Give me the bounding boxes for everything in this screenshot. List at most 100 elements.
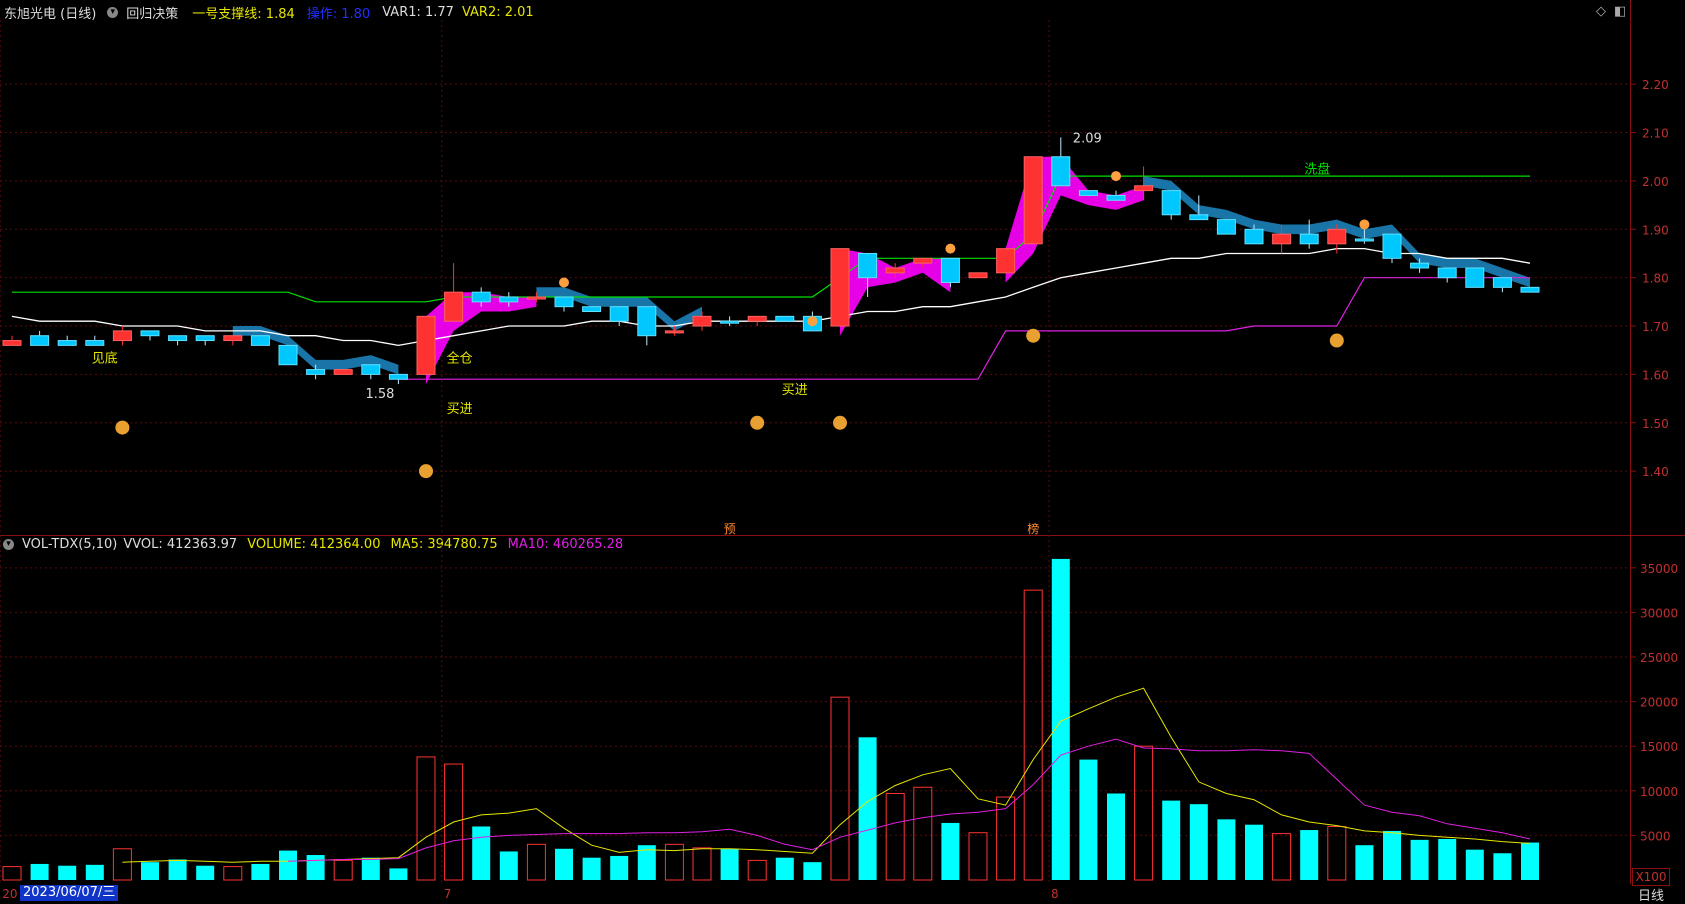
volume-axis-label: 35000 — [1640, 562, 1678, 576]
cursor-date: 2023/06/07/三 — [20, 885, 119, 901]
month-mark: 8 — [1051, 887, 1059, 901]
candle-body — [1216, 219, 1236, 235]
candle-body — [1023, 156, 1043, 245]
volume-axis-label: 15000 — [1640, 740, 1678, 754]
volume-axis-label: 30000 — [1640, 606, 1678, 620]
wash-label: 洗盘 — [1304, 162, 1330, 178]
candle-body — [858, 252, 878, 279]
candle-body — [913, 257, 933, 264]
volume-bar — [361, 857, 380, 880]
money-bag-icon — [1026, 328, 1041, 343]
runner-signal-icon — [1359, 219, 1370, 230]
volume-bar — [1410, 839, 1429, 880]
candle-body — [968, 272, 988, 279]
volume-bar — [389, 868, 408, 880]
volume-bar — [2, 866, 22, 881]
stock-chart[interactable]: 2.20 2.10 2.00 1.90 1.80 1.70 1.60 1.50 1.40 3500… — [0, 0, 1685, 902]
candle-body — [582, 306, 602, 313]
buy-in-label: 买进 — [782, 383, 808, 398]
volume-bar — [1079, 759, 1098, 880]
volume-bar — [1245, 824, 1263, 880]
volume-bar — [555, 848, 573, 880]
volume-bar — [941, 822, 960, 880]
volume-bar — [803, 862, 822, 880]
candle-body — [1492, 277, 1512, 288]
money-bag-icon — [750, 415, 765, 430]
volume-bar — [1134, 745, 1154, 881]
volume-scale-label[interactable]: X100 — [1632, 868, 1670, 886]
volume-bar — [306, 855, 325, 880]
candle-body — [1354, 238, 1374, 242]
volume-bar — [720, 848, 739, 880]
volume-bar — [1272, 833, 1292, 881]
candle-body — [1161, 190, 1181, 216]
volume-bar — [747, 859, 767, 881]
volume-ma5-line — [122, 687, 1531, 863]
month-mark: 7 — [444, 887, 452, 901]
candle-body — [1437, 267, 1457, 279]
candle-body — [940, 257, 960, 283]
volume-bar — [1162, 800, 1181, 880]
volume-bar — [279, 850, 297, 880]
volume-bar — [1107, 793, 1125, 880]
price-axis-label: 1.80 — [1642, 272, 1669, 286]
volume-bar — [499, 851, 518, 880]
candle-body — [1327, 228, 1347, 245]
volume-bar — [526, 843, 546, 881]
money-bag-icon — [833, 415, 847, 430]
low-price-label: 1.58 — [365, 387, 394, 402]
volume-bar — [885, 792, 905, 881]
rally-fill-zone — [840, 248, 951, 336]
volume-axis-label: 25000 — [1640, 651, 1678, 665]
high-price-label: 2.09 — [1073, 131, 1102, 146]
volume-bar — [692, 847, 712, 881]
volume-bar — [85, 864, 104, 880]
period-label[interactable]: 日线 — [1638, 885, 1664, 904]
candle-body — [1134, 185, 1154, 192]
candle-body — [1189, 214, 1209, 221]
volume-bar — [58, 865, 77, 880]
candle-body — [112, 330, 132, 342]
see-bottom-label: 见底 — [92, 350, 118, 366]
full-position-label: 全仓 — [447, 350, 473, 366]
candle-body — [388, 373, 408, 380]
candle-body — [1272, 233, 1292, 245]
volume-bar — [251, 863, 270, 880]
volume-bar — [1217, 819, 1236, 880]
volume-bar — [1189, 804, 1208, 880]
volume-bar — [1438, 838, 1457, 880]
money-bag-icon — [115, 420, 130, 435]
candle-body — [747, 315, 767, 322]
volume-bar — [858, 737, 877, 880]
price-axis-label: 2.00 — [1642, 175, 1669, 189]
volume-bar — [1465, 849, 1484, 880]
candle-body — [996, 248, 1016, 274]
candle-body — [250, 335, 270, 346]
candle-body — [720, 320, 740, 324]
price-axis-label: 1.90 — [1642, 223, 1669, 237]
candle-body — [830, 248, 850, 327]
price-axis-label: 1.40 — [1642, 465, 1669, 479]
candle-body — [1078, 190, 1098, 196]
volume-bar — [168, 859, 187, 880]
volume-bar — [333, 859, 353, 881]
money-bag-icon — [419, 464, 433, 479]
candle-body — [168, 335, 188, 342]
volume-bar — [223, 866, 243, 881]
volume-bar — [968, 832, 988, 881]
candle-body — [637, 306, 657, 337]
candle-body — [692, 315, 712, 327]
month-mark: 20 — [2, 887, 17, 901]
candle-body — [361, 364, 381, 375]
volume-bar — [664, 843, 684, 881]
candle-body — [306, 369, 326, 375]
list-marker: 榜 — [1027, 521, 1039, 536]
candle-body — [1244, 228, 1264, 245]
volume-bar — [1383, 830, 1401, 880]
volume-bar — [141, 862, 159, 880]
candle-body — [775, 315, 795, 322]
candle-body — [1106, 194, 1126, 201]
runner-signal-icon — [1111, 171, 1121, 182]
price-axis-label: 2.20 — [1642, 78, 1669, 92]
candle-body — [1051, 156, 1071, 187]
